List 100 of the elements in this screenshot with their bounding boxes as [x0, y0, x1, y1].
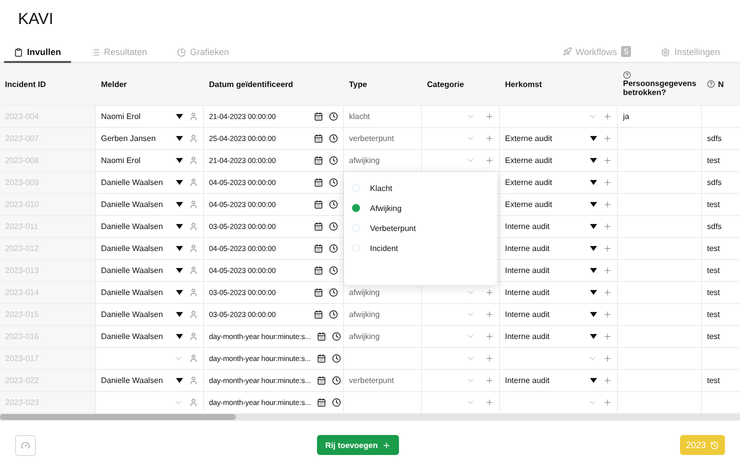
caret-icon[interactable]: [590, 246, 597, 251]
chevron-icon[interactable]: [174, 398, 183, 407]
caret-icon[interactable]: [176, 268, 183, 273]
add-icon[interactable]: [485, 376, 494, 385]
type-cell[interactable]: afwijking: [344, 150, 422, 172]
person-icon[interactable]: [189, 222, 198, 231]
calendar-icon[interactable]: [314, 156, 323, 165]
type-cell[interactable]: verbeterpunt: [344, 128, 422, 150]
caret-icon[interactable]: [590, 268, 597, 273]
type-cell[interactable]: klacht: [344, 106, 422, 128]
type-option[interactable]: Klacht: [352, 181, 497, 195]
person-icon[interactable]: [189, 376, 198, 385]
person-icon[interactable]: [189, 200, 198, 209]
add-icon[interactable]: [485, 288, 494, 297]
person-icon[interactable]: [189, 112, 198, 121]
clock-icon[interactable]: [329, 244, 338, 253]
caret-icon[interactable]: [176, 158, 183, 163]
caret-icon[interactable]: [176, 202, 183, 207]
info-icon[interactable]: [707, 80, 715, 88]
add-icon[interactable]: [603, 398, 612, 407]
reporter-select[interactable]: Gerben Jansen: [96, 128, 204, 150]
caret-icon[interactable]: [590, 224, 597, 229]
chevron-icon[interactable]: [174, 354, 183, 363]
add-icon[interactable]: [603, 200, 612, 209]
chevron-icon[interactable]: [466, 112, 475, 121]
calendar-icon[interactable]: [314, 134, 323, 143]
info-icon[interactable]: [623, 71, 631, 79]
caret-icon[interactable]: [590, 136, 597, 141]
caret-icon[interactable]: [590, 334, 597, 339]
reporter-select[interactable]: Naomi Erol: [96, 150, 204, 172]
clock-icon[interactable]: [332, 376, 341, 385]
add-icon[interactable]: [485, 332, 494, 341]
add-icon[interactable]: [603, 244, 612, 253]
reporter-select[interactable]: Danielle Waalsen: [96, 238, 204, 260]
chevron-icon[interactable]: [588, 398, 597, 407]
add-icon[interactable]: [485, 310, 494, 319]
calendar-icon[interactable]: [314, 200, 323, 209]
reporter-select[interactable]: Danielle Waalsen: [96, 260, 204, 282]
caret-icon[interactable]: [590, 312, 597, 317]
reporter-select[interactable]: Danielle Waalsen: [96, 194, 204, 216]
add-icon[interactable]: [603, 222, 612, 231]
clock-icon[interactable]: [329, 178, 338, 187]
type-cell[interactable]: afwijking: [344, 304, 422, 326]
chevron-icon[interactable]: [466, 376, 475, 385]
type-option[interactable]: Afwijking: [352, 201, 497, 215]
reporter-select[interactable]: Danielle Waalsen: [96, 216, 204, 238]
caret-icon[interactable]: [590, 378, 597, 383]
caret-icon[interactable]: [176, 224, 183, 229]
chevron-icon[interactable]: [466, 332, 475, 341]
add-row-button[interactable]: Rij toevoegen: [317, 435, 399, 455]
person-icon[interactable]: [189, 332, 198, 341]
add-icon[interactable]: [603, 156, 612, 165]
calendar-icon[interactable]: [314, 222, 323, 231]
caret-icon[interactable]: [176, 312, 183, 317]
calendar-icon[interactable]: [314, 310, 323, 319]
add-icon[interactable]: [603, 112, 612, 121]
calendar-icon[interactable]: [314, 244, 323, 253]
caret-icon[interactable]: [176, 114, 183, 119]
chevron-icon[interactable]: [466, 354, 475, 363]
add-icon[interactable]: [603, 376, 612, 385]
add-icon[interactable]: [603, 134, 612, 143]
caret-icon[interactable]: [590, 158, 597, 163]
type-option[interactable]: Incident: [352, 241, 497, 255]
caret-icon[interactable]: [176, 334, 183, 339]
type-option[interactable]: Verbeterpunt: [352, 221, 497, 235]
caret-icon[interactable]: [590, 180, 597, 185]
calendar-icon[interactable]: [314, 266, 323, 275]
calendar-icon[interactable]: [316, 376, 326, 385]
scrollbar-thumb[interactable]: [0, 414, 236, 420]
caret-icon[interactable]: [176, 378, 183, 383]
clock-icon[interactable]: [329, 288, 338, 297]
type-cell[interactable]: verbeterpunt: [344, 370, 422, 392]
add-icon[interactable]: [603, 332, 612, 341]
reporter-select[interactable]: Danielle Waalsen: [96, 326, 204, 348]
chevron-icon[interactable]: [466, 398, 475, 407]
clock-icon[interactable]: [329, 200, 338, 209]
person-icon[interactable]: [189, 398, 198, 407]
reporter-select[interactable]: Danielle Waalsen: [96, 370, 204, 392]
add-icon[interactable]: [603, 354, 612, 363]
add-icon[interactable]: [485, 134, 494, 143]
person-icon[interactable]: [189, 178, 198, 187]
person-icon[interactable]: [189, 134, 198, 143]
caret-icon[interactable]: [176, 290, 183, 295]
scrollbar[interactable]: [0, 414, 740, 420]
chevron-icon[interactable]: [466, 288, 475, 297]
clock-icon[interactable]: [332, 398, 341, 407]
add-icon[interactable]: [603, 310, 612, 319]
type-cell[interactable]: [344, 392, 422, 414]
clock-icon[interactable]: [332, 354, 341, 363]
clock-icon[interactable]: [329, 156, 338, 165]
clock-icon[interactable]: [329, 222, 338, 231]
calendar-icon[interactable]: [316, 332, 326, 341]
clock-icon[interactable]: [329, 112, 338, 121]
add-icon[interactable]: [485, 112, 494, 121]
add-icon[interactable]: [603, 178, 612, 187]
caret-icon[interactable]: [590, 290, 597, 295]
calendar-icon[interactable]: [314, 178, 323, 187]
reporter-select[interactable]: Danielle Waalsen: [96, 304, 204, 326]
add-icon[interactable]: [485, 354, 494, 363]
reporter-select[interactable]: Danielle Waalsen: [96, 282, 204, 304]
